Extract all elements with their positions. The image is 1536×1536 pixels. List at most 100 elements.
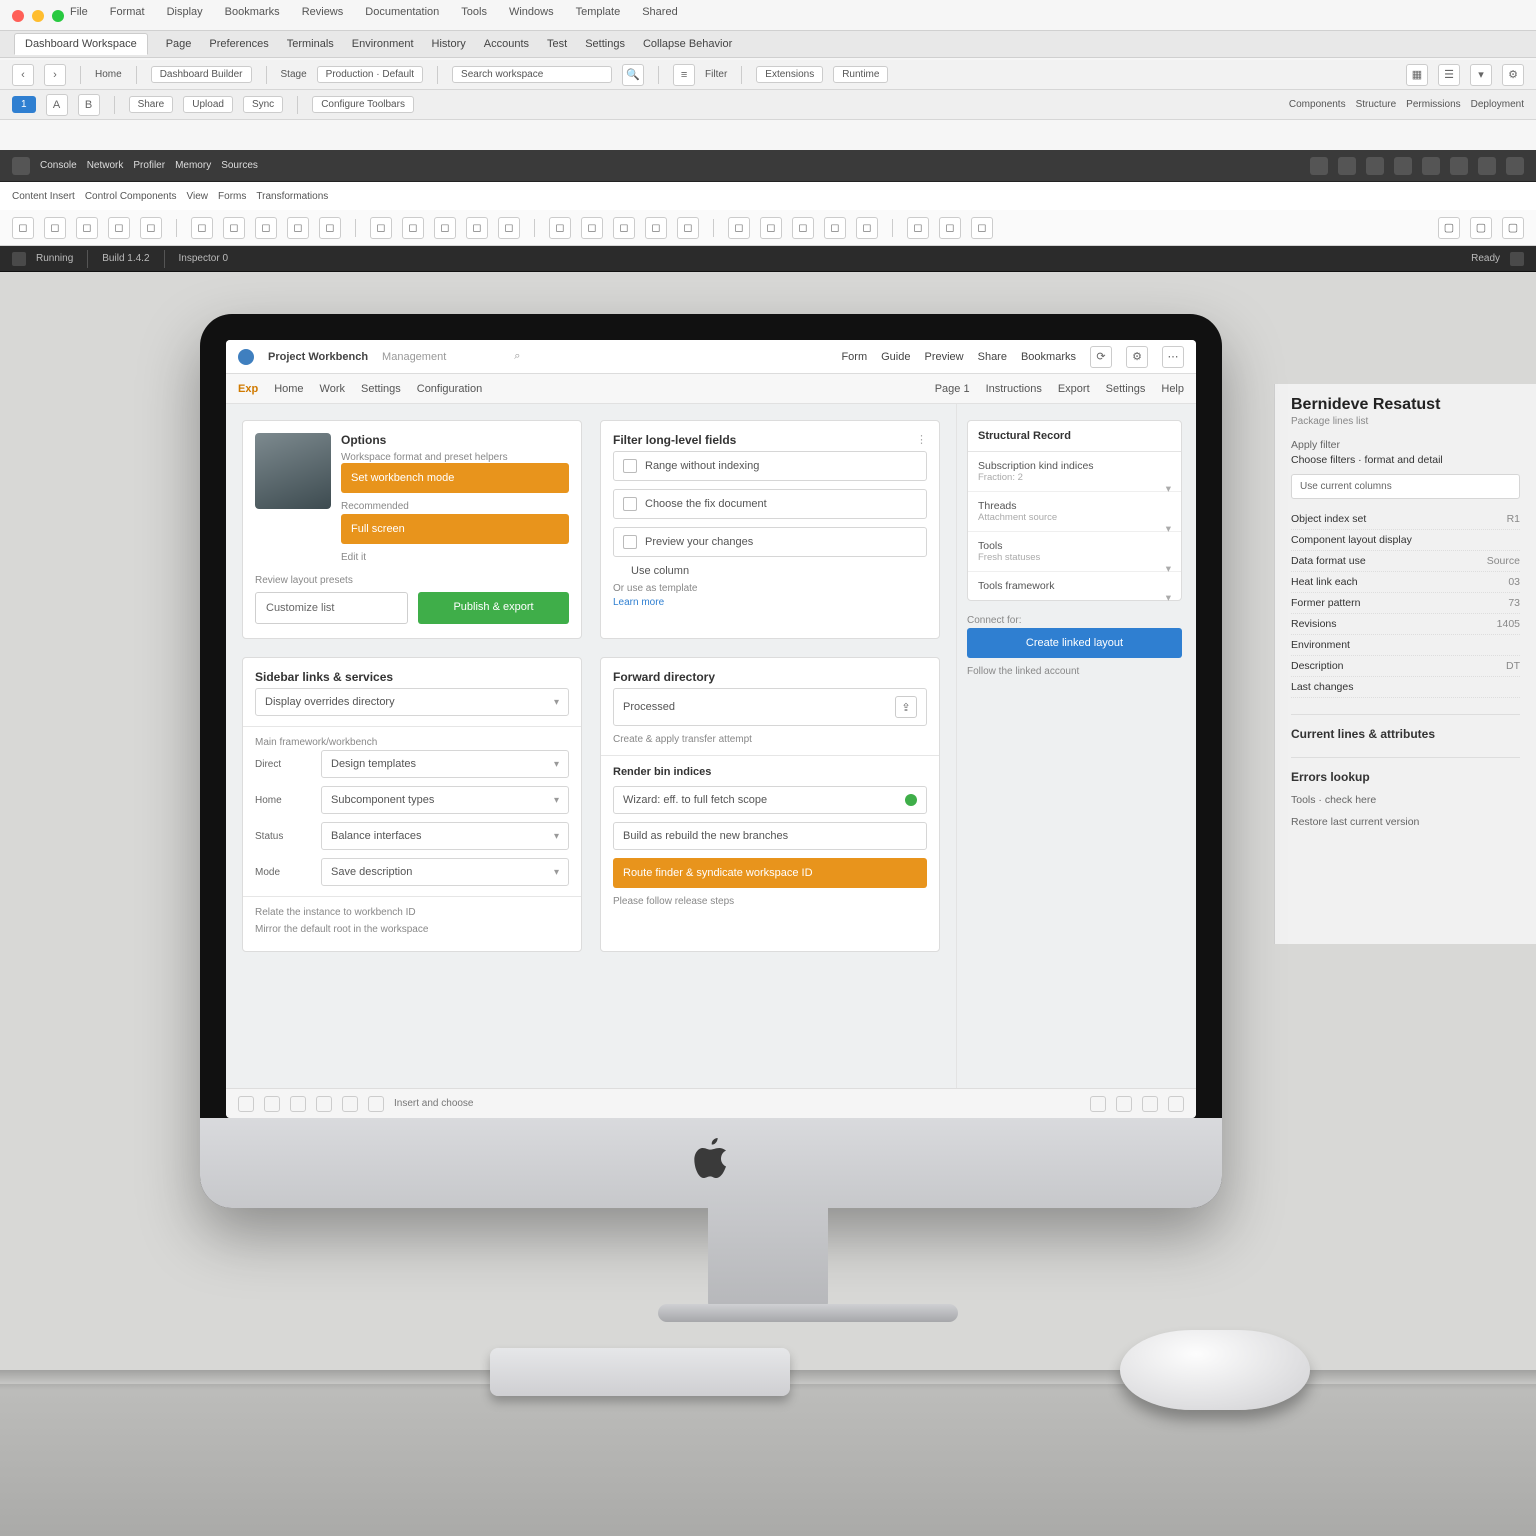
- menu-template[interactable]: Template: [576, 6, 621, 26]
- ribbon-button[interactable]: ◻: [434, 217, 456, 239]
- inspector-tools-link[interactable]: Tools · check here: [1291, 794, 1520, 806]
- user-icon[interactable]: [1478, 157, 1496, 175]
- wizard-row[interactable]: Wizard: eff. to full fetch scope: [613, 786, 927, 814]
- side-item[interactable]: Tools framework: [968, 572, 1181, 600]
- tab-settings[interactable]: Settings: [585, 38, 625, 50]
- ribbon-button[interactable]: ◻: [824, 217, 846, 239]
- ribbon-button[interactable]: ◻: [645, 217, 667, 239]
- project-chip[interactable]: Dashboard Builder: [151, 66, 252, 83]
- status-icon[interactable]: [368, 1096, 384, 1112]
- close-panel-icon[interactable]: [1506, 157, 1524, 175]
- ribbon-right-button[interactable]: ▢: [1470, 217, 1492, 239]
- ribbon-button[interactable]: ◻: [549, 217, 571, 239]
- devtab-memory[interactable]: Memory: [175, 160, 211, 171]
- help-link[interactable]: Help: [1161, 383, 1184, 395]
- toggle-on-icon[interactable]: [905, 794, 917, 806]
- ribbon-button[interactable]: ◻: [402, 217, 424, 239]
- more-icon[interactable]: ⋯: [1162, 346, 1184, 368]
- devtab-profiler[interactable]: Profiler: [133, 160, 165, 171]
- ribbon-tab-control[interactable]: Control Components: [85, 191, 177, 202]
- range-input[interactable]: Range without indexing: [613, 451, 927, 481]
- topbar-tab-guide[interactable]: Guide: [881, 351, 910, 363]
- search-icon[interactable]: 🔍: [622, 64, 644, 86]
- inspector-columns-select[interactable]: Use current columns: [1291, 474, 1520, 499]
- tab-terminals[interactable]: Terminals: [287, 38, 334, 50]
- ribbon-right-button[interactable]: ▢: [1502, 217, 1524, 239]
- subbar-settings[interactable]: Settings: [1106, 383, 1146, 395]
- crumb-home[interactable]: Home: [274, 383, 303, 395]
- ribbon-button[interactable]: ◻: [971, 217, 993, 239]
- topbar-tab-bookmarks[interactable]: Bookmarks: [1021, 351, 1076, 363]
- ribbon-button[interactable]: ◻: [581, 217, 603, 239]
- crumb-components[interactable]: Components: [1289, 99, 1346, 110]
- letter-b-button[interactable]: B: [78, 94, 100, 116]
- zoom-icon[interactable]: [52, 10, 64, 22]
- mode-one-button[interactable]: 1: [12, 96, 36, 113]
- ribbon-button[interactable]: ◻: [370, 217, 392, 239]
- settings-icon[interactable]: [1338, 157, 1356, 175]
- chevron-down-icon[interactable]: ▾: [1470, 64, 1492, 86]
- ribbon-button[interactable]: ◻: [191, 217, 213, 239]
- topbar-tab-share[interactable]: Share: [978, 351, 1007, 363]
- crumb-permissions[interactable]: Permissions: [1406, 99, 1460, 110]
- crumb-config[interactable]: Configuration: [417, 383, 482, 395]
- status-icon[interactable]: [264, 1096, 280, 1112]
- ribbon-button[interactable]: ◻: [907, 217, 929, 239]
- ribbon-button[interactable]: ◻: [108, 217, 130, 239]
- tab-active[interactable]: Dashboard Workspace: [14, 33, 148, 55]
- bell-icon[interactable]: [1510, 252, 1524, 266]
- status-right-icon[interactable]: [1168, 1096, 1184, 1112]
- status-icon[interactable]: [342, 1096, 358, 1112]
- tab-history[interactable]: History: [432, 38, 466, 50]
- window-controls[interactable]: [12, 10, 64, 22]
- topbar-tab-form[interactable]: Form: [841, 351, 867, 363]
- ribbon-button[interactable]: ◻: [856, 217, 878, 239]
- refresh-icon[interactable]: ⟳: [1090, 346, 1112, 368]
- search-field[interactable]: Search workspace: [452, 66, 612, 83]
- back-icon[interactable]: ‹: [12, 64, 34, 86]
- env-picker[interactable]: Production · Default: [317, 66, 423, 83]
- status-right-icon[interactable]: [1116, 1096, 1132, 1112]
- ribbon-button[interactable]: ◻: [728, 217, 750, 239]
- forward-icon[interactable]: ›: [44, 64, 66, 86]
- subbar-page[interactable]: Page 1: [935, 383, 970, 395]
- document-input[interactable]: Choose the fix document: [613, 489, 927, 519]
- sync-chip[interactable]: Sync: [243, 96, 283, 113]
- grid-icon[interactable]: ▦: [1406, 64, 1428, 86]
- row-select[interactable]: Design templates: [321, 750, 569, 778]
- filter-icon[interactable]: ≡: [673, 64, 695, 86]
- devtab-console[interactable]: Console: [40, 160, 77, 171]
- ribbon-tab-transform[interactable]: Transformations: [256, 191, 328, 202]
- ribbon-button[interactable]: ◻: [76, 217, 98, 239]
- nav-home[interactable]: Home: [95, 69, 122, 80]
- learn-more-link[interactable]: Learn more: [613, 597, 664, 608]
- devtab-sources[interactable]: Sources: [221, 160, 258, 171]
- ribbon-button[interactable]: ◻: [12, 217, 34, 239]
- ribbon-button[interactable]: ◻: [613, 217, 635, 239]
- side-item[interactable]: Subscription kind indicesFraction: 2: [968, 452, 1181, 492]
- ribbon-button[interactable]: ◻: [223, 217, 245, 239]
- ribbon-button[interactable]: ◻: [677, 217, 699, 239]
- grid-icon[interactable]: [1366, 157, 1384, 175]
- ribbon-button[interactable]: ◻: [498, 217, 520, 239]
- devtab-network[interactable]: Network: [87, 160, 124, 171]
- ribbon-right-button[interactable]: ▢: [1438, 217, 1460, 239]
- help-icon[interactable]: [1450, 157, 1468, 175]
- letter-a-button[interactable]: A: [46, 94, 68, 116]
- extensions-chip[interactable]: Extensions: [756, 66, 823, 83]
- checkbox-icon[interactable]: [613, 565, 625, 577]
- document-tabs[interactable]: Dashboard Workspace Page Preferences Ter…: [0, 30, 1536, 58]
- row-select[interactable]: Save description: [321, 858, 569, 886]
- menu-shared[interactable]: Shared: [642, 6, 677, 26]
- ribbon-button[interactable]: ◻: [939, 217, 961, 239]
- crumb-settings[interactable]: Settings: [361, 383, 401, 395]
- menu-format[interactable]: Format: [110, 6, 145, 26]
- status-icon[interactable]: [316, 1096, 332, 1112]
- menu-windows[interactable]: Windows: [509, 6, 554, 26]
- ribbon-button[interactable]: ◻: [255, 217, 277, 239]
- status-icon[interactable]: [238, 1096, 254, 1112]
- ribbon-button[interactable]: ◻: [792, 217, 814, 239]
- expand-icon[interactable]: [1394, 157, 1412, 175]
- ribbon-button[interactable]: ◻: [466, 217, 488, 239]
- status-right-icon[interactable]: [1142, 1096, 1158, 1112]
